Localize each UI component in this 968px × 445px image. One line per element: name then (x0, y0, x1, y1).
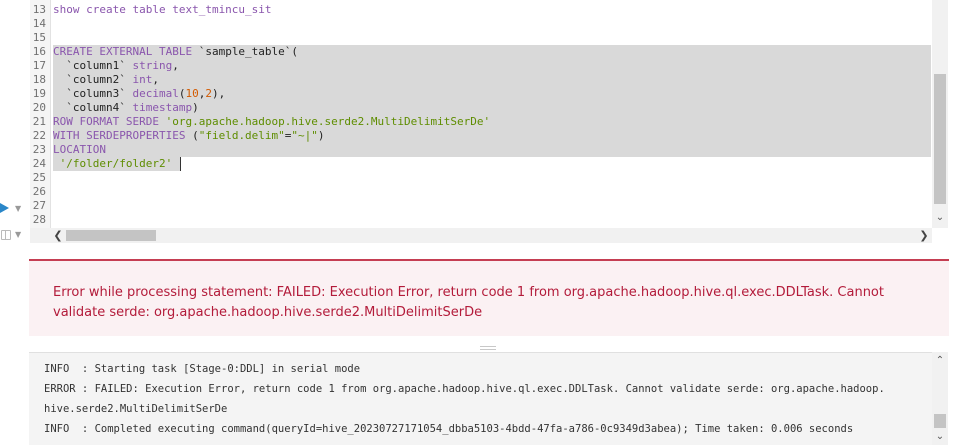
line-number: 24 (32, 157, 46, 170)
execution-log: INFO : Starting task [Stage-0:DDL] in se… (29, 352, 932, 445)
scroll-down-icon[interactable]: ⌄ (934, 430, 946, 444)
error-alert: Error while processing statement: FAILED… (29, 259, 949, 336)
line-number: 26 (32, 185, 46, 198)
code-line: `column3` decimal(10,2), (53, 87, 226, 100)
line-number: 15 (32, 31, 46, 44)
editor-horizontal-scrollbar[interactable]: ❮ ❯ (30, 228, 932, 243)
line-number: 14 (32, 17, 46, 30)
scroll-right-icon[interactable]: ❯ (918, 228, 930, 243)
map-icon[interactable] (1, 230, 11, 240)
line-number: 21 (32, 115, 46, 128)
line-number: 16 (32, 45, 46, 58)
editor-vertical-scrollbar[interactable]: ⌄ (932, 0, 948, 228)
scroll-up-icon[interactable]: ⌃ (934, 354, 946, 368)
line-number: 17 (32, 59, 46, 72)
play-icon[interactable] (0, 203, 9, 213)
map-options-chevron-down-icon[interactable]: ▼ (15, 230, 21, 239)
error-message: Error while processing statement: FAILED… (53, 285, 884, 320)
editor-controls: ▼ ▼ (0, 0, 28, 245)
line-number: 28 (32, 213, 46, 226)
sql-editor[interactable]: 13 14 15 16 17 18 19 20 21 22 23 24 25 2… (30, 0, 948, 228)
code-line: `column2` int, (53, 73, 159, 86)
scroll-left-icon[interactable]: ❮ (52, 228, 64, 243)
code-line: `column1` string, (53, 59, 179, 72)
code-line: ROW FORMAT SERDE 'org.apache.hadoop.hive… (53, 115, 491, 128)
code-line: CREATE EXTERNAL TABLE `sample_table`( (53, 45, 299, 58)
line-number: 27 (32, 199, 46, 212)
line-number: 22 (32, 129, 46, 142)
code-line: '/folder/folder2' (53, 157, 173, 170)
editor-horizontal-scroll-thumb[interactable] (66, 230, 156, 241)
run-options-chevron-down-icon[interactable]: ▼ (15, 204, 21, 213)
line-number: 19 (32, 87, 46, 100)
log-line: ERROR : FAILED: Execution Error, return … (44, 383, 885, 395)
code-line: `column4` timestamp) (53, 101, 199, 114)
line-number: 20 (32, 101, 46, 114)
code-line: LOCATION (53, 143, 106, 156)
code-line: WITH SERDEPROPERTIES ("field.delim"="~|"… (53, 129, 325, 142)
text-cursor (180, 157, 181, 171)
log-line: hive.serde2.MultiDelimitSerDe (44, 403, 228, 415)
editor-vertical-scroll-thumb[interactable] (934, 74, 946, 204)
line-number-gutter: 13 14 15 16 17 18 19 20 21 22 23 24 25 2… (30, 0, 51, 228)
log-line: INFO : Completed executing command(query… (44, 423, 854, 435)
log-vertical-scrollbar[interactable]: ⌃ ⌄ (932, 352, 948, 445)
line-number: 25 (32, 171, 46, 184)
line-number: 23 (32, 143, 46, 156)
scroll-down-icon[interactable]: ⌄ (934, 211, 946, 225)
line-number: 18 (32, 73, 46, 86)
log-vertical-scroll-thumb[interactable] (934, 414, 946, 428)
code-area[interactable]: show create table text_tmincu_sit CREATE… (53, 0, 933, 228)
log-line: INFO : Starting task [Stage-0:DDL] in se… (44, 363, 361, 375)
line-number: 13 (32, 3, 46, 16)
code-line: show create table text_tmincu_sit (53, 3, 272, 16)
